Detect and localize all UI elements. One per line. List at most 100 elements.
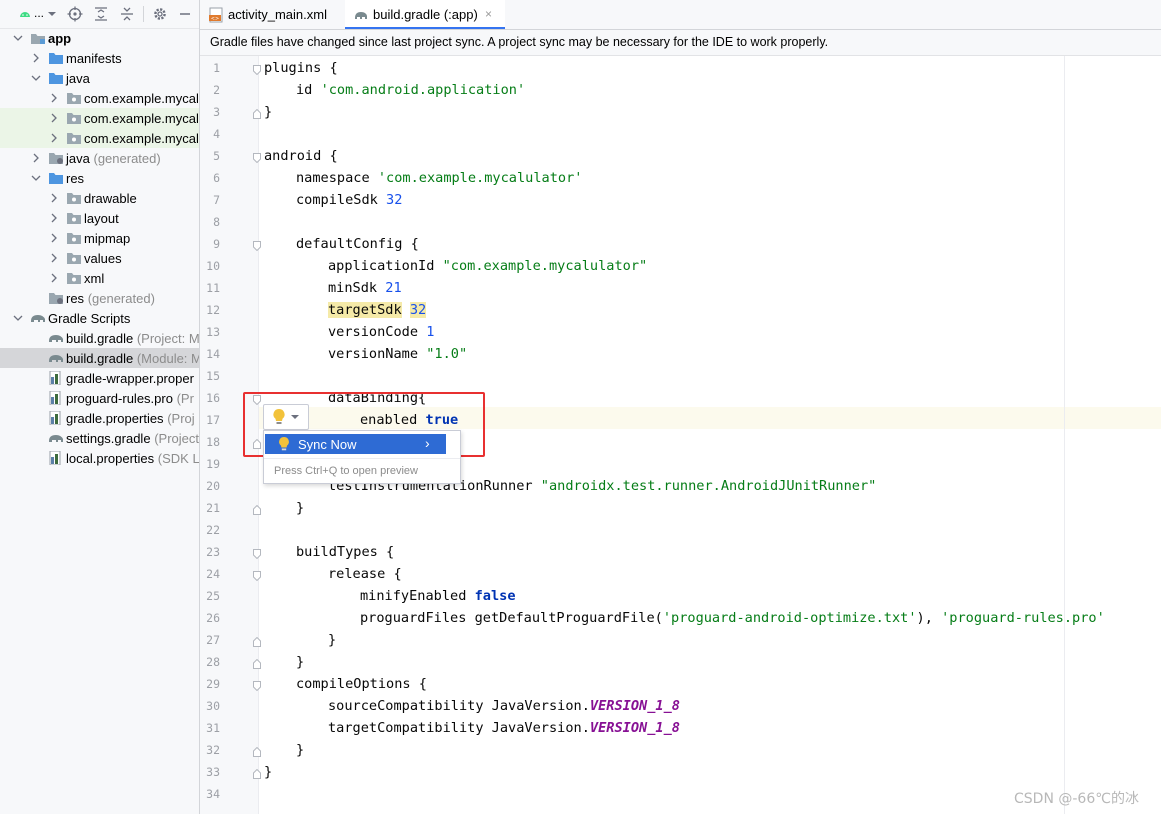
- fold-collapse-icon[interactable]: [253, 569, 261, 582]
- chevron-right-icon[interactable]: [48, 111, 60, 125]
- code-line[interactable]: targetCompatibility JavaVersion.VERSION_…: [328, 717, 680, 739]
- submenu-arrow-icon: ›: [425, 435, 430, 451]
- tree-item[interactable]: java (generated): [0, 148, 199, 168]
- tree-item[interactable]: com.example.mycalu: [0, 88, 199, 108]
- code-line[interactable]: android {: [264, 145, 338, 167]
- intention-actions-button[interactable]: [263, 404, 309, 430]
- tree-item[interactable]: manifests: [0, 48, 199, 68]
- dropdown-arrow-icon[interactable]: [47, 6, 63, 22]
- code-line[interactable]: }: [296, 651, 304, 673]
- code-line[interactable]: }: [264, 761, 272, 783]
- code-line[interactable]: }: [264, 101, 272, 123]
- chevron-right-icon[interactable]: [48, 231, 60, 245]
- code-line[interactable]: }: [296, 739, 304, 761]
- fold-collapse-icon[interactable]: [253, 63, 261, 76]
- line-number: 7: [213, 193, 220, 207]
- gradle-elephant-icon: [353, 7, 369, 23]
- code-line[interactable]: }: [296, 497, 304, 519]
- code-line[interactable]: minSdk 21: [328, 277, 402, 299]
- tree-item[interactable]: drawable: [0, 188, 199, 208]
- tree-item[interactable]: settings.gradle (Project: [0, 428, 199, 448]
- fold-collapse-icon[interactable]: [253, 239, 261, 252]
- fold-end-icon[interactable]: [253, 767, 261, 779]
- tree-item-name: build.gradle: [66, 351, 134, 366]
- tree-item[interactable]: layout: [0, 208, 199, 228]
- gear-icon[interactable]: [152, 6, 168, 22]
- line-number: 25: [206, 589, 220, 603]
- code-token: targetSdk: [328, 302, 402, 318]
- chevron-down-icon[interactable]: [12, 311, 24, 325]
- code-line[interactable]: minifyEnabled false: [360, 585, 516, 607]
- tree-item[interactable]: gradle.properties (Proj: [0, 408, 199, 428]
- code-line[interactable]: namespace 'com.example.mycalulator': [296, 167, 582, 189]
- minimize-icon[interactable]: [177, 6, 193, 22]
- code-line[interactable]: buildTypes {: [296, 541, 394, 563]
- chevron-right-icon[interactable]: [30, 151, 42, 165]
- code-line[interactable]: proguardFiles getDefaultProguardFile('pr…: [360, 607, 1105, 629]
- notification-text: Gradle files have changed since last pro…: [210, 35, 829, 49]
- chevron-right-icon[interactable]: [48, 131, 60, 145]
- code-line[interactable]: }: [328, 629, 336, 651]
- chevron-down-icon[interactable]: [30, 71, 42, 85]
- tree-item[interactable]: values: [0, 248, 199, 268]
- project-toolbar: ...: [0, 0, 199, 29]
- code-token: "1.0": [426, 346, 468, 362]
- fold-end-icon[interactable]: [253, 503, 261, 515]
- tree-item[interactable]: res: [0, 168, 199, 188]
- tree-item[interactable]: xml: [0, 268, 199, 288]
- tree-item[interactable]: res (generated): [0, 288, 199, 308]
- fold-end-icon[interactable]: [253, 745, 261, 757]
- chevron-right-icon[interactable]: [30, 51, 42, 65]
- code-line[interactable]: defaultConfig {: [296, 233, 419, 255]
- tree-item-label: res (generated): [66, 291, 155, 306]
- code-line[interactable]: versionName "1.0": [328, 343, 467, 365]
- locate-icon[interactable]: [67, 6, 83, 22]
- code-line[interactable]: compileOptions {: [296, 673, 427, 695]
- tree-item-label: java (generated): [66, 151, 161, 166]
- tree-item[interactable]: build.gradle (Project: M: [0, 328, 199, 348]
- code-line[interactable]: id 'com.android.application': [296, 79, 525, 101]
- code-line[interactable]: versionCode 1: [328, 321, 434, 343]
- tree-item[interactable]: Gradle Scripts: [0, 308, 199, 328]
- tree-item[interactable]: build.gradle (Module: M: [0, 348, 199, 368]
- code-line[interactable]: applicationId "com.example.mycalulator": [328, 255, 647, 277]
- chevron-right-icon[interactable]: [48, 211, 60, 225]
- chevron-down-icon[interactable]: [12, 31, 24, 45]
- chevron-right-icon[interactable]: [48, 191, 60, 205]
- sync-now-menu-item[interactable]: Sync Now ›: [265, 434, 446, 454]
- chevron-down-icon[interactable]: [30, 171, 42, 185]
- code-token: android {: [264, 148, 338, 164]
- tree-item[interactable]: com.example.mycalu: [0, 108, 199, 128]
- code-token: 32: [386, 192, 403, 208]
- code-line[interactable]: plugins {: [264, 57, 338, 79]
- tree-item-label: app: [48, 31, 71, 46]
- tree-item[interactable]: java: [0, 68, 199, 88]
- project-view-title[interactable]: ...: [34, 6, 44, 20]
- chevron-right-icon[interactable]: [48, 251, 60, 265]
- tree-item[interactable]: mipmap: [0, 228, 199, 248]
- code-line[interactable]: targetSdk 32: [328, 299, 427, 321]
- code-line[interactable]: sourceCompatibility JavaVersion.VERSION_…: [328, 695, 680, 717]
- collapse-all-icon[interactable]: [119, 6, 135, 22]
- fold-end-icon[interactable]: [253, 635, 261, 647]
- fold-end-icon[interactable]: [253, 657, 261, 669]
- tab-activity-main-xml[interactable]: <> activity_main.xml: [200, 0, 343, 29]
- tree-item[interactable]: gradle-wrapper.proper: [0, 368, 199, 388]
- code-token: minifyEnabled: [360, 588, 475, 604]
- tree-item[interactable]: local.properties (SDK L: [0, 448, 199, 468]
- chevron-right-icon[interactable]: [48, 271, 60, 285]
- tree-item[interactable]: proguard-rules.pro (Pr: [0, 388, 199, 408]
- expand-all-icon[interactable]: [93, 6, 109, 22]
- tab-build-gradle-app[interactable]: build.gradle (:app) ×: [345, 0, 505, 29]
- tree-item[interactable]: com.example.mycalu: [0, 128, 199, 148]
- code-line[interactable]: release {: [328, 563, 402, 585]
- fold-collapse-icon[interactable]: [253, 679, 261, 692]
- chevron-right-icon[interactable]: [48, 91, 60, 105]
- close-tab-icon[interactable]: ×: [485, 7, 492, 21]
- fold-collapse-icon[interactable]: [253, 151, 261, 164]
- code-token: }: [328, 632, 337, 648]
- tree-item[interactable]: app: [0, 28, 199, 48]
- fold-end-icon[interactable]: [253, 107, 261, 119]
- fold-collapse-icon[interactable]: [253, 547, 261, 560]
- code-line[interactable]: compileSdk 32: [296, 189, 402, 211]
